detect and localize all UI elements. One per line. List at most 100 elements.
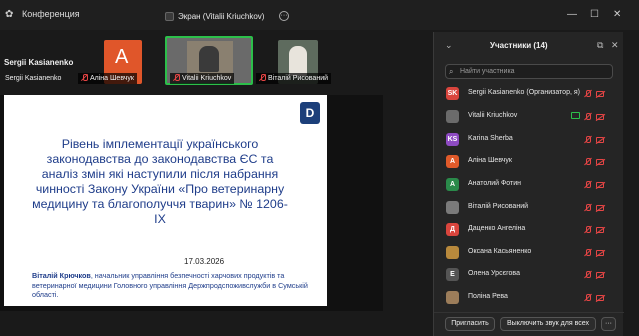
title-bar: ✿ Конференция Экран (Vitalii Kriuchkov) … [0, 0, 639, 30]
author-name: Віталій Крючков [32, 271, 91, 280]
mic-muted-icon [173, 74, 180, 81]
tile-label-vitaliy-r: Віталій Рисований [256, 73, 332, 84]
panel-title: Участники (14) [490, 41, 548, 50]
host-name: Sergii Kasianenko [4, 58, 74, 67]
chevron-down-icon[interactable]: ⌄ [445, 40, 453, 51]
mic-muted-icon [584, 271, 592, 279]
panel-footer: Пригласить Выключить звук для всех ··· [434, 312, 624, 336]
participant-name: Поліна Рева [468, 293, 508, 300]
participant-row[interactable]: Vitalii Kriuchkov [446, 107, 616, 125]
slide-title: Рівень імплементації українського законо… [32, 137, 288, 226]
mic-muted-icon [584, 249, 592, 257]
mic-muted-icon [584, 204, 592, 212]
participant-name: Karina Sherba [468, 135, 513, 142]
avatar: А [446, 178, 459, 191]
participant-row[interactable]: Е Олена Урсєгова [446, 265, 616, 283]
search-icon: ⌕ [449, 67, 454, 76]
mic-muted-icon [584, 181, 592, 189]
participant-name: Олена Урсєгова [468, 270, 520, 277]
avatar [446, 246, 459, 259]
conference-icon: ✿ [5, 9, 14, 20]
avatar [446, 291, 459, 304]
slide-author: Віталій Крючков, начальник управління бе… [32, 271, 318, 300]
close-panel-icon[interactable]: ✕ [611, 40, 619, 51]
mic-muted-icon [584, 294, 592, 302]
avatar: Д [446, 223, 459, 236]
screen-share-icon [571, 112, 580, 119]
mic-muted-icon [259, 74, 266, 81]
participant-row[interactable]: Д Даценко Ангеліна [446, 220, 616, 238]
camera-off-icon [596, 137, 604, 143]
avatar: SK [446, 87, 459, 100]
participant-name: Sergii Kasianenko (Организатор, я) [468, 89, 580, 96]
mic-muted-icon [584, 136, 592, 144]
logo-icon: D [300, 102, 320, 124]
scrollbar[interactable] [625, 32, 639, 336]
status-icons [584, 271, 606, 279]
more-options-icon[interactable]: ··· [279, 11, 289, 21]
status-icons [584, 136, 606, 144]
status-icons [584, 294, 606, 302]
participant-row[interactable]: А Аліна Шевчук [446, 152, 616, 170]
mic-muted-icon [81, 74, 88, 81]
window-title: Конференция [22, 9, 80, 19]
maximize-icon[interactable]: ☐ [590, 10, 599, 20]
participant-row[interactable]: Оксана Касьяненко [446, 243, 616, 261]
mic-muted-icon [584, 158, 592, 166]
avatar-initial: А [115, 46, 129, 68]
minimize-icon[interactable]: — [567, 10, 577, 20]
presentation-slide: D Рівень імплементації українського зако… [4, 95, 327, 306]
invite-button[interactable]: Пригласить [445, 317, 495, 331]
tab-label: Экран (Vitalii Kriuchkov) [178, 11, 265, 21]
close-icon[interactable]: ✕ [613, 10, 621, 20]
camera-off-icon [596, 250, 604, 256]
person-silhouette [289, 46, 307, 76]
camera-off-icon [596, 91, 604, 97]
camera-off-icon [596, 295, 604, 301]
status-icons [584, 113, 606, 121]
avatar: Е [446, 268, 459, 281]
screen-share-tab[interactable]: Экран (Vitalii Kriuchkov) ··· [161, 8, 289, 24]
participant-row[interactable]: SK Sergii Kasianenko (Организатор, я) [446, 84, 616, 102]
screen-icon [165, 11, 174, 21]
mute-all-button[interactable]: Выключить звук для всех [500, 317, 596, 331]
status-icons [584, 158, 606, 166]
avatar: KS [446, 133, 459, 146]
camera-off-icon [596, 205, 604, 211]
tile-label-vitalii: Vitalii Kriuchkov [170, 73, 235, 84]
status-icons [584, 249, 606, 257]
pop-out-icon[interactable]: ⧉ [597, 40, 603, 51]
mic-muted-icon [584, 113, 592, 121]
participant-name: Аліна Шевчук [468, 157, 512, 164]
participants-panel: ⌄ Участники (14) ⧉ ✕ ⌕ Найти участника S… [433, 32, 624, 336]
status-icons [584, 90, 606, 98]
avatar [446, 201, 459, 214]
tile-label-host: Sergii Kasianenko [5, 75, 62, 82]
camera-off-icon [596, 159, 604, 165]
participant-name: Vitalii Kriuchkov [468, 112, 518, 119]
participant-name: Віталій Рисований [468, 203, 529, 210]
tile-label-alina: Аліна Шевчук [78, 73, 137, 84]
participant-row[interactable]: Поліна Рева [446, 288, 616, 306]
participant-row[interactable]: KS Karina Sherba [446, 130, 616, 148]
mic-muted-icon [584, 226, 592, 234]
participant-name: Оксана Касьяненко [468, 248, 532, 255]
participant-row[interactable]: А Анатолий Фотин [446, 175, 616, 193]
camera-off-icon [596, 182, 604, 188]
status-icons [584, 226, 606, 234]
status-icons [584, 181, 606, 189]
more-button[interactable]: ··· [601, 317, 616, 331]
avatar [446, 110, 459, 123]
person-silhouette [199, 46, 219, 72]
participant-name: Анатолий Фотин [468, 180, 522, 187]
camera-off-icon [596, 227, 604, 233]
search-input[interactable]: ⌕ Найти участника [445, 64, 613, 79]
status-icons [584, 204, 606, 212]
camera-off-icon [596, 114, 604, 120]
slide-date: 17.03.2026 [184, 257, 225, 266]
avatar: А [446, 155, 459, 168]
participant-row[interactable]: Віталій Рисований [446, 198, 616, 216]
camera-off-icon [596, 272, 604, 278]
mic-muted-icon [584, 90, 592, 98]
participant-name: Даценко Ангеліна [468, 225, 526, 232]
